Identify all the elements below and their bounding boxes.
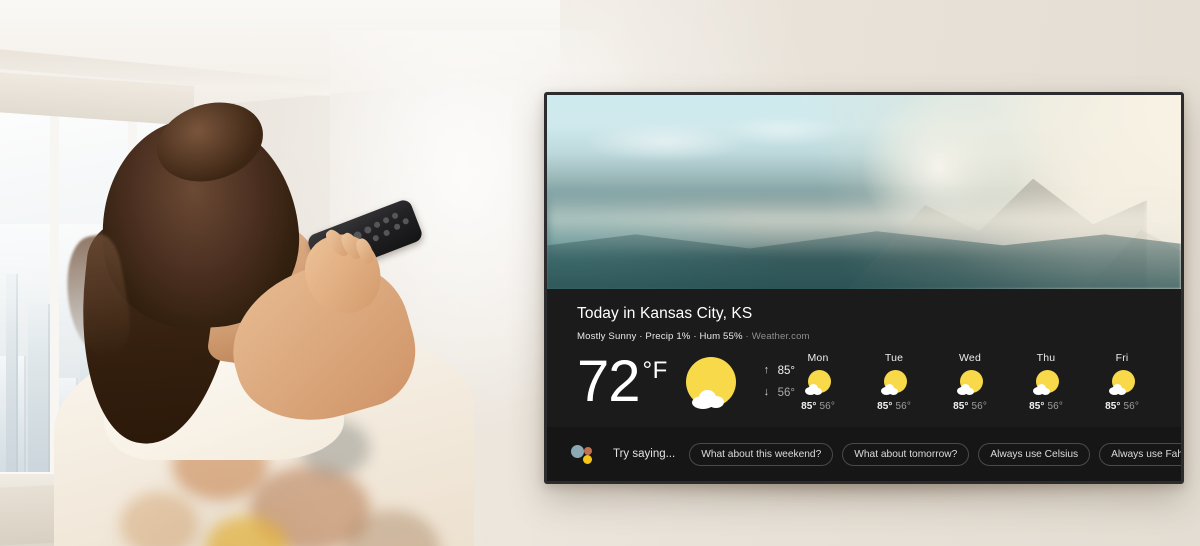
sun-behind-cloud-icon — [1109, 370, 1135, 396]
forecast-high: 85° — [1029, 401, 1045, 412]
forecast-low: 56° — [1047, 401, 1063, 412]
suggestion-chip-celsius[interactable]: Always use Celsius — [978, 442, 1091, 466]
arrow-up-icon: ↑ — [763, 364, 770, 377]
forecast-day-temps: 85° 56° — [1023, 401, 1069, 412]
sun-behind-cloud-icon — [685, 355, 738, 411]
separator-1: · — [639, 331, 643, 342]
suggestion-chip-fahrenheit[interactable]: Always use Fahrenheit — [1099, 442, 1181, 466]
forecast-day-name: Wed — [959, 352, 981, 364]
temperature-value: 72 — [577, 348, 641, 414]
forecast-low: 56° — [1123, 401, 1139, 412]
high-low-temps: ↑ 85° ↓ 56° — [764, 360, 795, 405]
forecast-high: 85° — [877, 401, 893, 412]
forecast-day: Tue 85° 56° — [871, 352, 917, 412]
low-temp: 56° — [777, 387, 795, 399]
weather-condition: Mostly Sunny — [577, 331, 637, 342]
weather-condition-line: Mostly Sunny · Precip 1% · Hum 55% · Wea… — [577, 331, 1151, 342]
sun-behind-cloud-icon — [805, 370, 831, 396]
suggestion-chip-weekend[interactable]: What about this weekend? — [689, 442, 834, 466]
forecast-high: 85° — [953, 401, 969, 412]
sun-behind-cloud-icon — [1033, 370, 1059, 396]
forecast-day-name: Thu — [1036, 352, 1056, 364]
forecast-day-temps: 85° 56° — [1099, 401, 1145, 412]
weather-current-row: 72 °F ↑ 85° ↓ 56° Mon 85° 56° Tue 85° 56… — [577, 352, 1151, 412]
high-temp: 85° — [777, 364, 795, 377]
forecast-low: 56° — [819, 401, 835, 412]
weather-humidity: Hum 55% — [699, 331, 743, 342]
weather-source: Weather.com — [751, 331, 810, 342]
forecast-day: Mon 85° 56° — [795, 352, 841, 412]
forecast-strip: Mon 85° 56° Tue 85° 56° Wed 85° 56° Thu … — [795, 352, 1151, 412]
forecast-day-name: Mon — [807, 352, 829, 364]
sun-behind-cloud-icon — [957, 370, 983, 396]
forecast-low: 56° — [971, 401, 987, 412]
arrow-down-icon: ↓ — [763, 386, 770, 399]
forecast-day: Wed 85° 56° — [947, 352, 993, 412]
forecast-day-name: Fri — [1115, 352, 1129, 364]
forecast-day-name: Tue — [884, 352, 904, 364]
suggestion-chip-tomorrow[interactable]: What about tomorrow? — [842, 442, 970, 466]
forecast-day: Fri 85° 56° — [1099, 352, 1145, 412]
separator-3: · — [745, 331, 749, 342]
forecast-low: 56° — [895, 401, 911, 412]
separator-2: · — [693, 331, 697, 342]
google-assistant-icon — [571, 443, 597, 465]
sun-behind-cloud-icon — [881, 370, 907, 396]
forecast-high: 85° — [1105, 401, 1121, 412]
current-temperature: 72 °F — [577, 348, 668, 414]
weather-location-title: Today in Kansas City, KS — [577, 305, 753, 322]
weather-precip: Precip 1% — [645, 331, 691, 342]
weather-info-panel: Today in Kansas City, KS Mostly Sunny · … — [547, 289, 1181, 433]
forecast-high: 85° — [801, 401, 817, 412]
assistant-suggestion-bar: Try saying... What about this weekend? W… — [547, 427, 1181, 481]
weather-hero-photo — [547, 95, 1181, 289]
forecast-day-temps: 85° 56° — [871, 401, 917, 412]
forecast-day: Thu 85° 56° — [1023, 352, 1069, 412]
temperature-unit: °F — [642, 356, 668, 384]
television-screen: Today in Kansas City, KS Mostly Sunny · … — [544, 92, 1184, 484]
forecast-day-temps: 85° 56° — [795, 401, 841, 412]
suggestion-chip-list: What about this weekend? What about tomo… — [689, 442, 1181, 466]
forecast-day-temps: 85° 56° — [947, 401, 993, 412]
try-saying-label: Try saying... — [613, 448, 676, 460]
